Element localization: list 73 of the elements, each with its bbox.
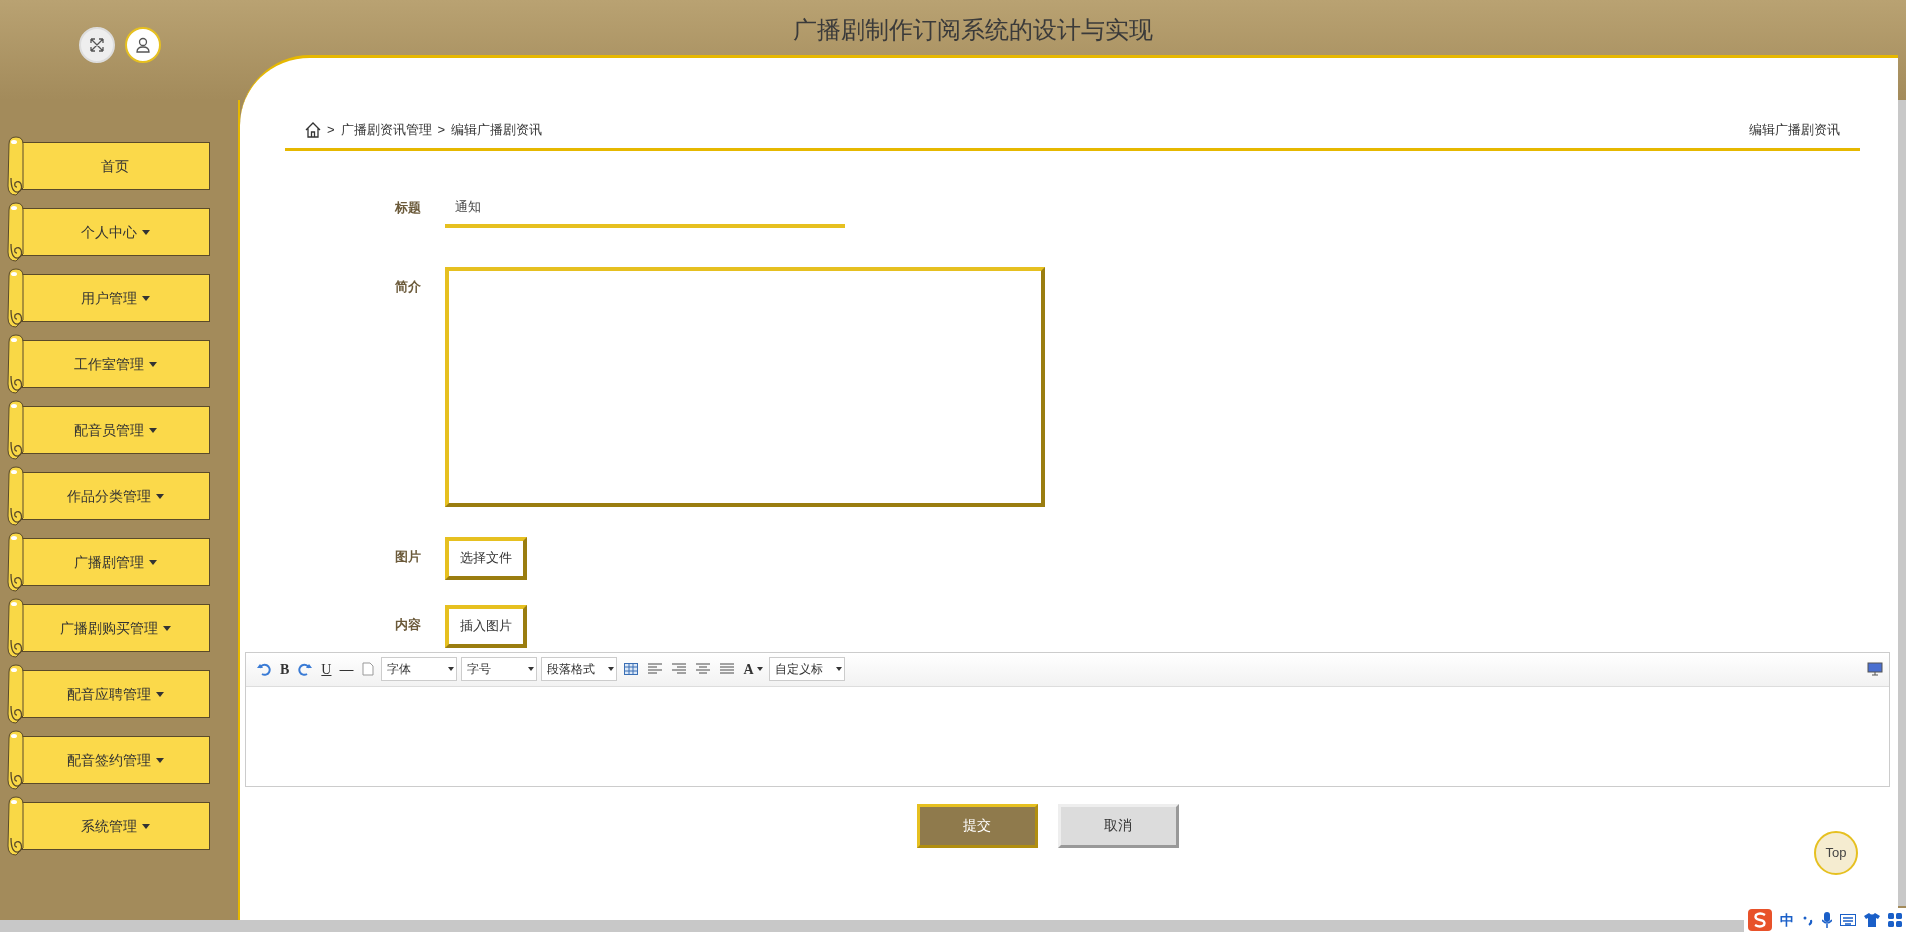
- sidebar-item[interactable]: 系统管理: [20, 802, 210, 850]
- grid-icon[interactable]: [1888, 913, 1902, 927]
- caret-icon: [835, 667, 842, 671]
- scroll-icon: [6, 466, 26, 526]
- caret-icon: [528, 667, 535, 671]
- align-center-icon[interactable]: [696, 663, 711, 675]
- toolbar-select[interactable]: 字号: [461, 657, 538, 681]
- undo-icon[interactable]: [257, 662, 271, 676]
- redo-icon[interactable]: [298, 662, 313, 676]
- scroll-icon: [6, 268, 26, 328]
- insert-image-button[interactable]: 插入图片: [445, 604, 527, 648]
- page-title: 编辑广播剧资讯: [1749, 121, 1840, 139]
- microphone-icon[interactable]: [1822, 912, 1832, 928]
- caret-icon: [608, 667, 615, 671]
- sidebar-item[interactable]: 作品分类管理: [20, 472, 210, 520]
- field-label: 标题: [395, 198, 422, 217]
- scroll-icon: [6, 664, 26, 724]
- ime-mode[interactable]: 中: [1780, 909, 1794, 931]
- sidebar-item[interactable]: 首页: [20, 142, 210, 190]
- scroll-icon: [6, 532, 26, 592]
- toolbar-button[interactable]: —: [339, 658, 354, 680]
- scroll-icon: [6, 598, 26, 658]
- sidebar-item[interactable]: 用户管理: [20, 274, 210, 322]
- toolbar-select[interactable]: 自定义标: [768, 657, 845, 681]
- sidebar-item[interactable]: 工作室管理: [20, 340, 210, 388]
- align-right-icon[interactable]: [672, 663, 687, 675]
- sidebar-item[interactable]: 个人中心: [20, 208, 210, 256]
- fullscreen-button[interactable]: [79, 27, 115, 63]
- monitor-icon[interactable]: [1867, 662, 1883, 676]
- sidebar-item[interactable]: 配音应聘管理: [20, 670, 210, 718]
- choose-file-button[interactable]: 选择文件: [445, 536, 527, 580]
- toolbar-button[interactable]: B: [280, 658, 290, 680]
- field-label: 内容: [395, 615, 422, 634]
- toolbar-button[interactable]: A: [743, 658, 754, 680]
- app-title: 广播剧制作订阅系统的设计与实现: [793, 15, 1153, 45]
- cancel-button[interactable]: 取消: [1057, 803, 1179, 848]
- scroll-icon: [6, 400, 26, 460]
- submit-button[interactable]: 提交: [916, 803, 1038, 848]
- breadcrumb-separator: >: [327, 121, 335, 139]
- vertical-scrollbar[interactable]: [1898, 100, 1906, 906]
- breadcrumb-separator: >: [437, 121, 446, 139]
- keyboard-icon[interactable]: [1840, 914, 1856, 926]
- ime-logo-icon[interactable]: [1748, 909, 1772, 931]
- align-left-icon[interactable]: [648, 663, 663, 675]
- caret-icon[interactable]: [756, 667, 763, 671]
- table-icon[interactable]: [624, 663, 639, 675]
- align-justify-icon[interactable]: [720, 663, 735, 675]
- user-button[interactable]: [125, 27, 161, 63]
- home-icon[interactable]: [305, 121, 321, 138]
- scroll-icon: [6, 202, 26, 262]
- sidebar-item[interactable]: 广播剧购买管理: [20, 604, 210, 652]
- user-icon: [135, 37, 151, 53]
- toolbar-select[interactable]: 段落格式: [541, 657, 618, 681]
- scroll-icon: [6, 730, 26, 790]
- toolbar-button[interactable]: U: [321, 658, 332, 680]
- summary-textarea[interactable]: [445, 266, 1045, 507]
- field-label: 图片: [395, 547, 422, 566]
- breadcrumb-link[interactable]: 广播剧资讯管理: [340, 120, 432, 140]
- breadcrumb-link[interactable]: 编辑广播剧资讯: [451, 120, 543, 140]
- title-input[interactable]: 通知: [445, 190, 845, 228]
- rich-text-editor[interactable]: B U — 字体 字号 段落格式 A 自定义标: [245, 651, 1890, 787]
- scroll-icon: [6, 796, 26, 856]
- sidebar-item[interactable]: 配音签约管理: [20, 736, 210, 784]
- toolbar-select[interactable]: 字体: [381, 657, 458, 681]
- expand-icon: [89, 37, 105, 53]
- back-to-top-button[interactable]: Top: [1814, 831, 1858, 875]
- caret-icon: [448, 667, 455, 671]
- scroll-icon: [6, 334, 26, 394]
- shirt-icon[interactable]: [1864, 913, 1880, 927]
- field-label: 简介: [395, 277, 422, 296]
- sidebar-item[interactable]: 广播剧管理: [20, 538, 210, 586]
- scroll-icon: [6, 136, 26, 196]
- sidebar-item[interactable]: 配音员管理: [20, 406, 210, 454]
